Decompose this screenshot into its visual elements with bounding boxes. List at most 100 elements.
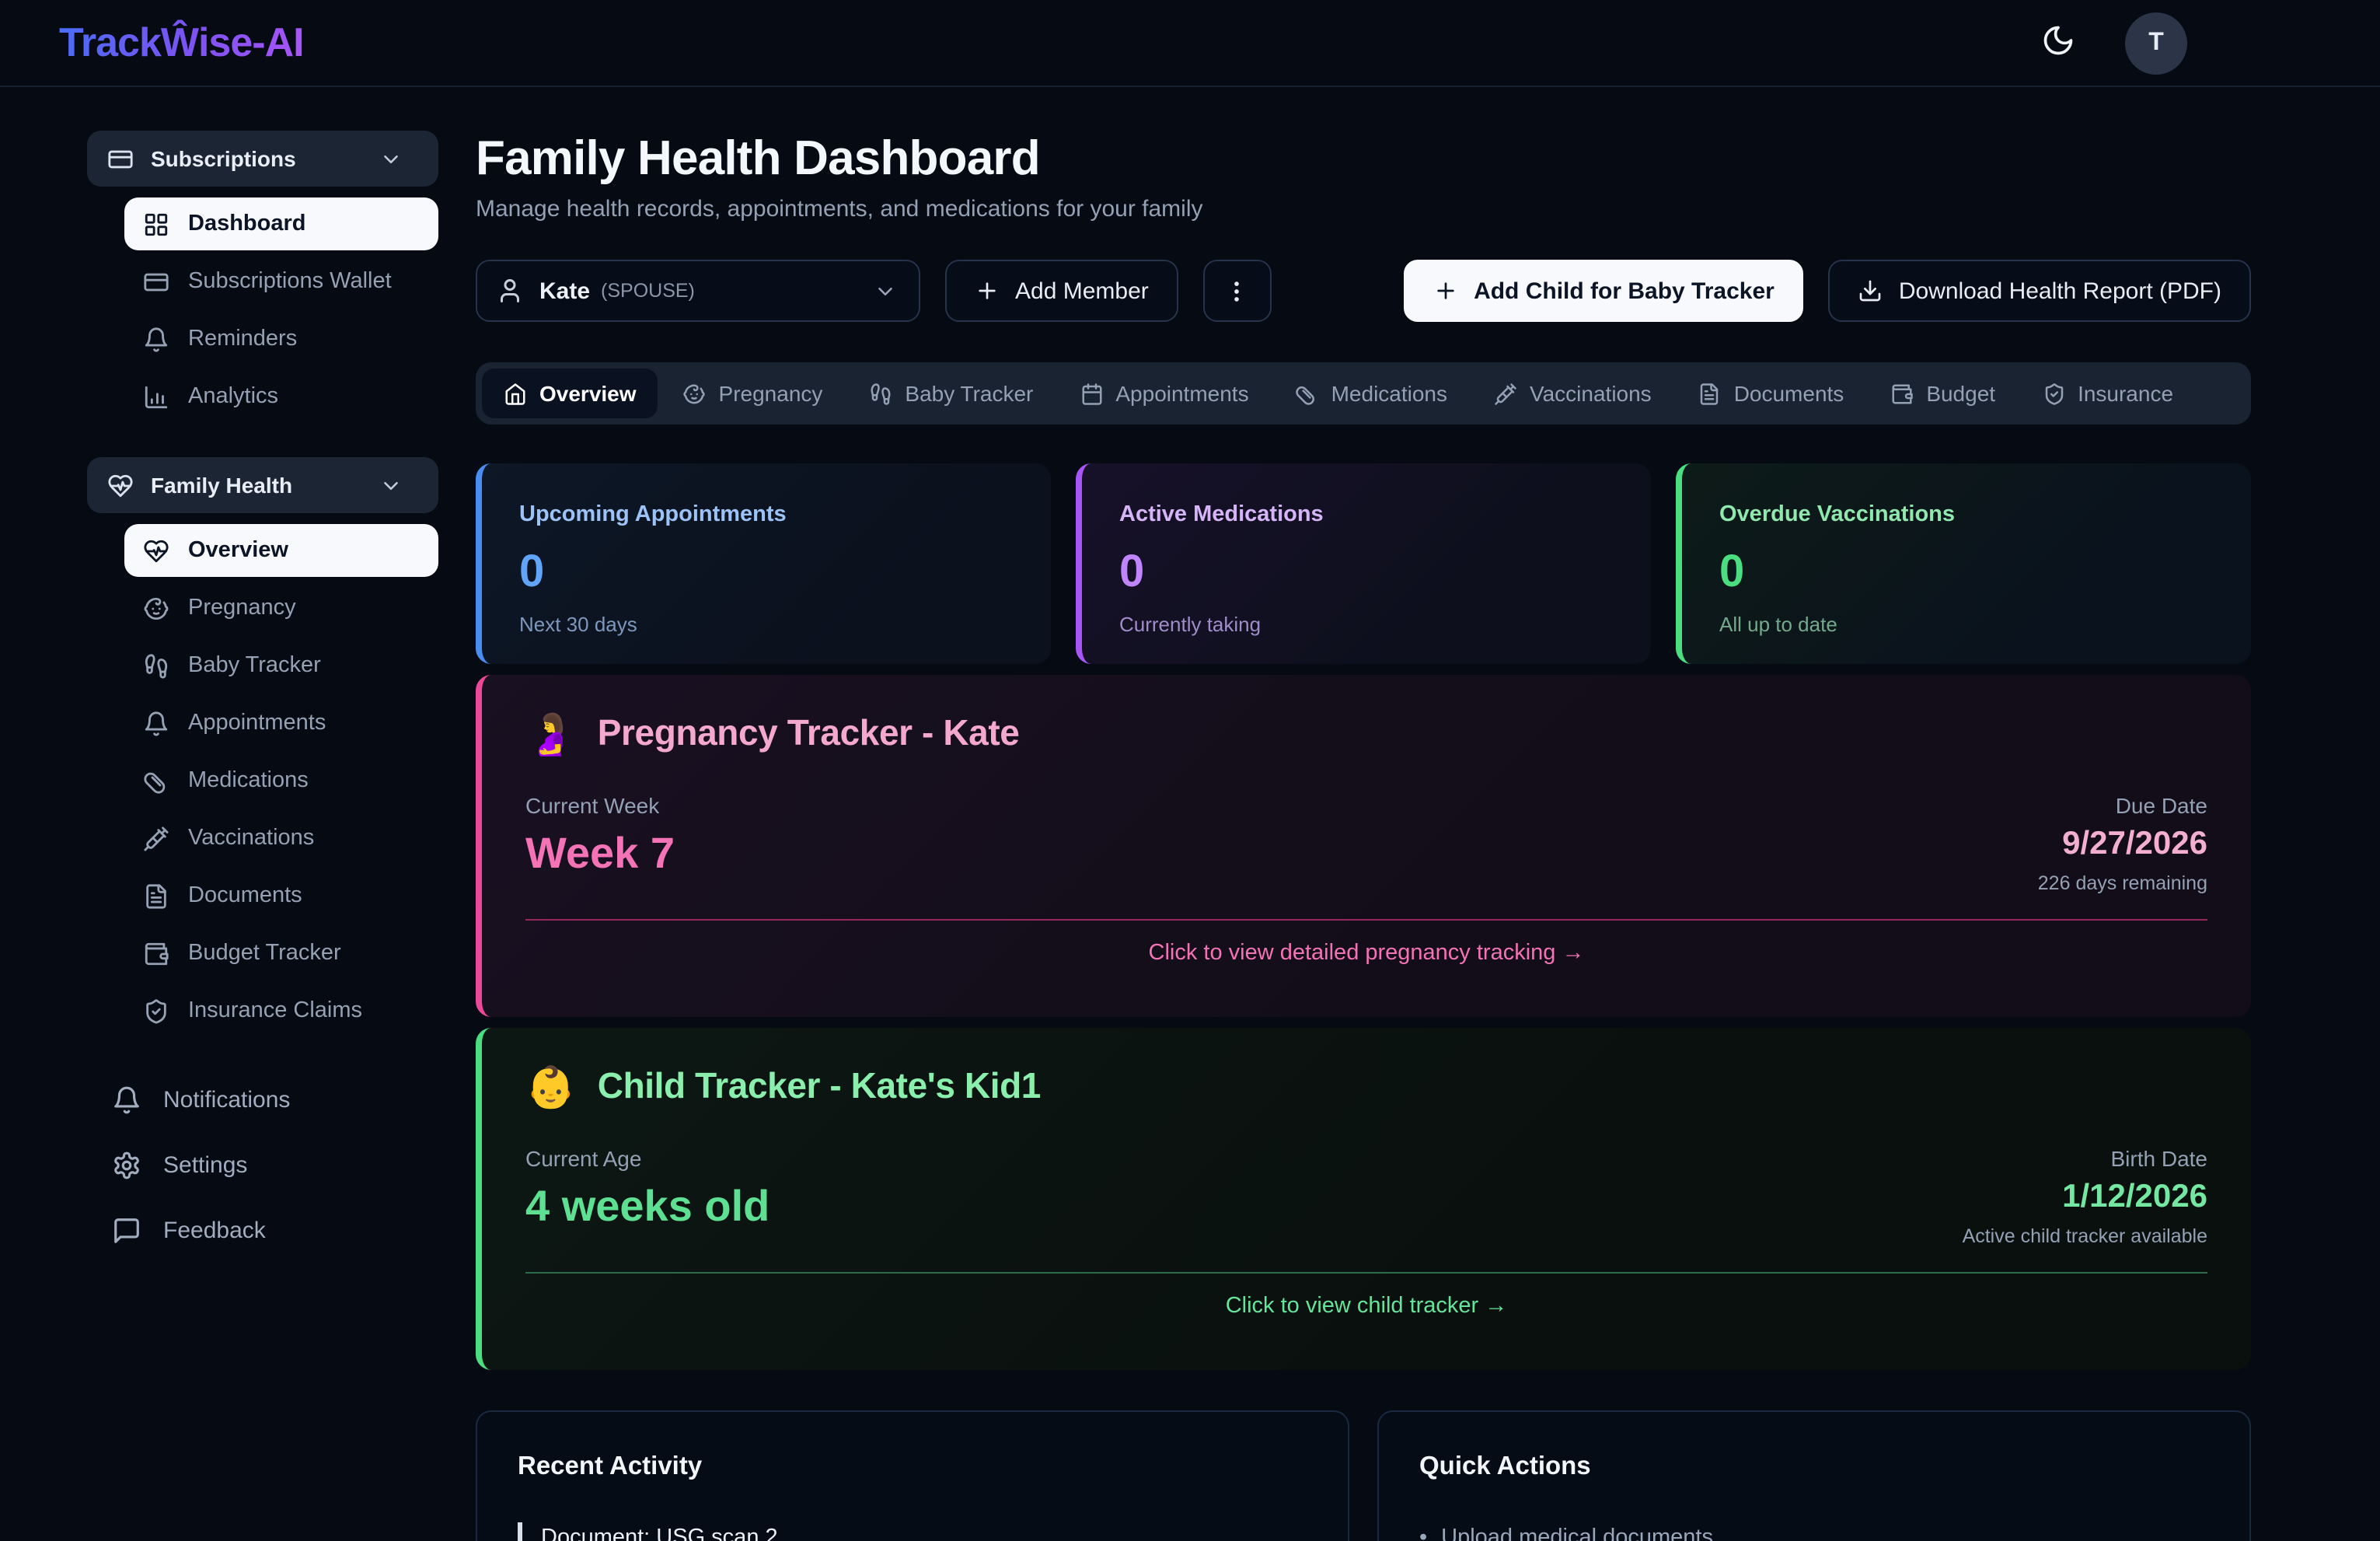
sidebar-item-medications[interactable]: Medications: [124, 754, 438, 807]
add-child-label: Add Child for Baby Tracker: [1474, 278, 1775, 304]
quick-action-label: Upload medical documents: [1441, 1522, 1713, 1541]
tab-label: Baby Tracker: [905, 381, 1033, 406]
stat-caption: All up to date: [1719, 613, 2214, 636]
stat-value: 0: [1119, 547, 1614, 599]
heart-pulse-icon: [143, 537, 169, 564]
plus-icon: [1433, 278, 1458, 303]
sidebar-item-settings[interactable]: Settings: [87, 1137, 438, 1193]
stat-card-upcoming-appointments: Upcoming Appointments0Next 30 days: [476, 463, 1051, 664]
page-title: Family Health Dashboard: [476, 131, 2251, 187]
tab-medications[interactable]: Medications: [1274, 369, 1469, 418]
page-subtitle: Manage health records, appointments, and…: [476, 196, 2251, 222]
child-card-title: Child Tracker - Kate's Kid1: [598, 1065, 1041, 1107]
sidebar-item-overview[interactable]: Overview: [124, 524, 438, 577]
sidebar-item-label: Pregnancy: [188, 596, 296, 620]
sidebar-item-pregnancy[interactable]: Pregnancy: [124, 582, 438, 634]
toolbar: Kate (SPOUSE) Add Member Add Child for B…: [476, 260, 2251, 322]
plus-icon: [975, 278, 1000, 303]
sidebar-item-baby-tracker[interactable]: Baby Tracker: [124, 639, 438, 692]
add-child-button[interactable]: Add Child for Baby Tracker: [1404, 260, 1804, 322]
tab-label: Pregnancy: [719, 381, 823, 406]
shield-check-icon: [2042, 382, 2065, 405]
sidebar-item-budget-tracker[interactable]: Budget Tracker: [124, 927, 438, 980]
stat-caption: Next 30 days: [519, 613, 1014, 636]
pill-icon: [143, 767, 169, 794]
calendar-icon: [1080, 382, 1103, 405]
sidebar-item-label: Vaccinations: [188, 826, 314, 851]
sidebar-item-insurance-claims[interactable]: Insurance Claims: [124, 984, 438, 1037]
bell-icon: [143, 710, 169, 736]
tab-insurance[interactable]: Insurance: [2020, 369, 2195, 418]
section-label: Family Health: [151, 473, 292, 498]
credit-card-icon: [107, 145, 134, 172]
days-remaining: 226 days remaining: [2038, 872, 2207, 894]
kebab-menu-icon: [1224, 278, 1251, 304]
sidebar-item-label: Insurance Claims: [188, 998, 362, 1023]
member-selector[interactable]: Kate (SPOUSE): [476, 260, 920, 322]
baby-icon: [683, 382, 707, 405]
syringe-icon: [143, 825, 169, 851]
pregnancy-detail-link[interactable]: Click to view detailed pregnancy trackin…: [525, 941, 2207, 966]
tab-label: Overview: [539, 381, 637, 406]
recent-activity-title: Recent Activity: [518, 1452, 1307, 1482]
tab-vaccinations[interactable]: Vaccinations: [1472, 369, 1673, 418]
sidebar-item-label: Reminders: [188, 327, 297, 351]
sidebar-item-feedback[interactable]: Feedback: [87, 1202, 438, 1258]
tab-pregnancy[interactable]: Pregnancy: [661, 369, 845, 418]
tab-label: Insurance: [2078, 381, 2173, 406]
recent-activity-panel: Recent Activity Document: USG scan 2: [476, 1410, 1349, 1541]
quick-actions-title: Quick Actions: [1419, 1452, 2209, 1482]
tab-label: Budget: [1926, 381, 1995, 406]
sidebar-item-label: Settings: [163, 1151, 247, 1178]
sidebar-item-label: Subscriptions Wallet: [188, 269, 392, 294]
sidebar-item-label: Budget Tracker: [188, 941, 341, 966]
add-member-label: Add Member: [1015, 278, 1149, 304]
chevron-down-icon: [874, 279, 897, 302]
tab-baby-tracker[interactable]: Baby Tracker: [847, 369, 1055, 418]
sidebar-item-label: Notifications: [163, 1086, 290, 1113]
user-icon: [496, 277, 524, 305]
tab-documents[interactable]: Documents: [1677, 369, 1866, 418]
child-tracker-link[interactable]: Click to view child tracker →: [525, 1294, 2207, 1319]
sidebar-item-label: Overview: [188, 538, 288, 563]
dark-mode-toggle[interactable]: [2038, 23, 2078, 63]
add-member-button[interactable]: Add Member: [945, 260, 1178, 322]
tab-overview[interactable]: Overview: [482, 369, 658, 418]
sidebar-item-label: Analytics: [188, 384, 278, 409]
tab-appointments[interactable]: Appointments: [1058, 369, 1270, 418]
sidebar-item-appointments[interactable]: Appointments: [124, 697, 438, 750]
current-week-label: Current Week: [525, 793, 675, 818]
quick-action-item[interactable]: • Upload medical documents: [1419, 1522, 2209, 1541]
tab-budget[interactable]: Budget: [1869, 369, 2017, 418]
due-date-label: Due Date: [2038, 793, 2207, 818]
child-tracker-card[interactable]: 👶 Child Tracker - Kate's Kid1 Current Ag…: [476, 1028, 2251, 1370]
user-avatar[interactable]: T: [2125, 12, 2187, 74]
wallet-icon: [1890, 382, 1914, 405]
app-logo[interactable]: TrackŴise-AI: [59, 19, 304, 67]
tab-label: Medications: [1331, 381, 1447, 406]
section-label: Subscriptions: [151, 146, 296, 171]
pregnancy-tracker-card[interactable]: 🤰 Pregnancy Tracker - Kate Current Week …: [476, 675, 2251, 1017]
sidebar-item-subscriptions-wallet[interactable]: Subscriptions Wallet: [124, 255, 438, 308]
sidebar-item-dashboard[interactable]: Dashboard: [124, 197, 438, 250]
stat-card-active-medications: Active Medications0Currently taking: [1076, 463, 1651, 664]
member-role: (SPOUSE): [601, 280, 695, 302]
sidebar-section-subscriptions[interactable]: Subscriptions: [87, 131, 438, 187]
more-options-button[interactable]: [1203, 260, 1272, 322]
child-tracker-status: Active child tracker available: [1963, 1225, 2207, 1247]
download-report-button[interactable]: Download Health Report (PDF): [1829, 260, 2251, 322]
sidebar-item-notifications[interactable]: Notifications: [87, 1071, 438, 1127]
tab-label: Appointments: [1115, 381, 1248, 406]
stat-card-overdue-vaccinations: Overdue Vaccinations0All up to date: [1676, 463, 2251, 664]
sidebar-item-analytics[interactable]: Analytics: [124, 370, 438, 423]
shield-check-icon: [143, 998, 169, 1024]
credit-card-icon: [143, 268, 169, 295]
stat-cards: Upcoming Appointments0Next 30 daysActive…: [476, 463, 2251, 664]
sidebar-item-reminders[interactable]: Reminders: [124, 313, 438, 365]
sidebar-item-documents[interactable]: Documents: [124, 869, 438, 922]
divider: [525, 919, 2207, 921]
sidebar-section-family-health[interactable]: Family Health: [87, 457, 438, 513]
bullet: •: [1419, 1522, 1427, 1541]
footprints-icon: [143, 652, 169, 679]
sidebar-item-vaccinations[interactable]: Vaccinations: [124, 812, 438, 865]
